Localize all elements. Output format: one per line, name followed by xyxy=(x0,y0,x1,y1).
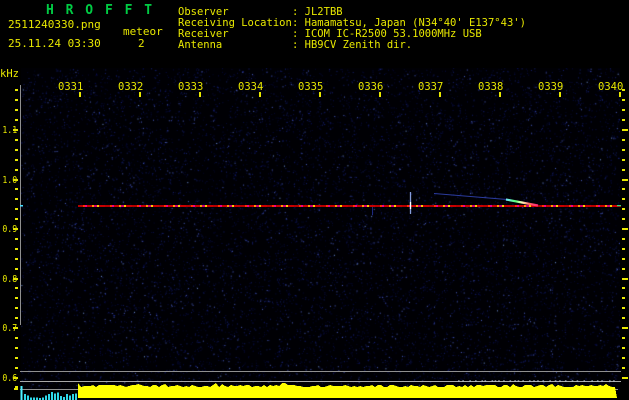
carrier-axis-marker xyxy=(20,205,23,207)
meteor-echo-trail-bright xyxy=(505,198,539,207)
hrofft-spectrogram-screen: H R O F F T 2511240330.png meteor 25.11.… xyxy=(0,0,629,400)
level-trace-dots xyxy=(458,380,615,382)
level-meter-cyan-bars xyxy=(20,386,77,400)
level-meter-yellow-bar xyxy=(78,383,617,398)
meteor-echo-trail-faint xyxy=(433,193,508,200)
echo-and-level-overlay xyxy=(20,192,621,400)
carrier-line-end-cap xyxy=(617,205,621,207)
